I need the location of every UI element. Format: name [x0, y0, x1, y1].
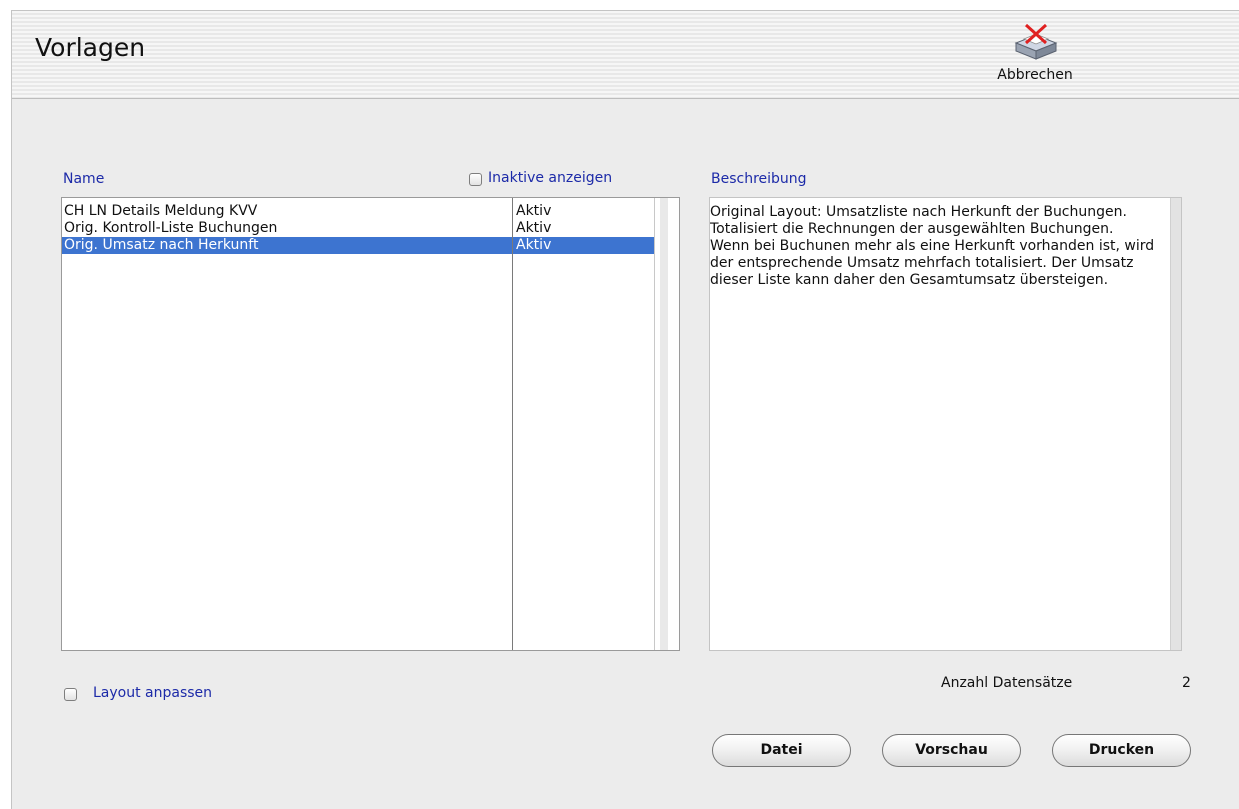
list-item-name: CH LN Details Meldung KVV	[64, 203, 258, 219]
column-divider	[512, 198, 513, 650]
print-button[interactable]: Drucken	[1052, 734, 1191, 767]
templates-window: Vorlagen Abbrechen Name Inaktive anzeige…	[11, 10, 1239, 809]
layout-adjust-label[interactable]: Layout anpassen	[93, 685, 212, 701]
file-button[interactable]: Datei	[712, 734, 851, 767]
description-label: Beschreibung	[711, 171, 807, 187]
templates-list[interactable]: CH LN Details Meldung KVV Aktiv Orig. Ko…	[61, 197, 680, 651]
record-count-label: Anzahl Datensätze	[941, 675, 1073, 691]
list-scrollbar-track	[660, 198, 668, 650]
list-item-name: Orig. Umsatz nach Herkunft	[64, 237, 259, 253]
record-count-value: 2	[1182, 675, 1191, 691]
list-item-status: Aktiv	[516, 237, 552, 253]
list-item-status: Aktiv	[516, 220, 552, 236]
window-header: Vorlagen Abbrechen	[12, 11, 1239, 99]
cancel-printer-icon	[1014, 23, 1058, 60]
layout-adjust-checkbox[interactable]	[64, 688, 77, 701]
show-inactive-label[interactable]: Inaktive anzeigen	[488, 170, 612, 186]
preview-button[interactable]: Vorschau	[882, 734, 1021, 767]
description-scrollbar[interactable]	[1170, 198, 1181, 650]
name-column-label: Name	[63, 171, 105, 187]
description-text: Original Layout: Umsatzliste nach Herkun…	[710, 204, 1155, 288]
cancel-button[interactable]: Abbrechen	[980, 23, 1090, 93]
list-item-selected[interactable]: Orig. Umsatz nach Herkunft Aktiv	[62, 237, 655, 254]
page-title: Vorlagen	[35, 33, 146, 62]
list-item[interactable]: CH LN Details Meldung KVV Aktiv	[62, 203, 655, 220]
list-scrollbar[interactable]	[654, 198, 679, 650]
list-item-name: Orig. Kontroll-Liste Buchungen	[64, 220, 278, 236]
list-item[interactable]: Orig. Kontroll-Liste Buchungen Aktiv	[62, 220, 655, 237]
description-box[interactable]: Original Layout: Umsatzliste nach Herkun…	[709, 197, 1182, 651]
cancel-button-label: Abbrechen	[997, 67, 1073, 83]
list-item-status: Aktiv	[516, 203, 552, 219]
show-inactive-checkbox[interactable]	[469, 173, 482, 186]
